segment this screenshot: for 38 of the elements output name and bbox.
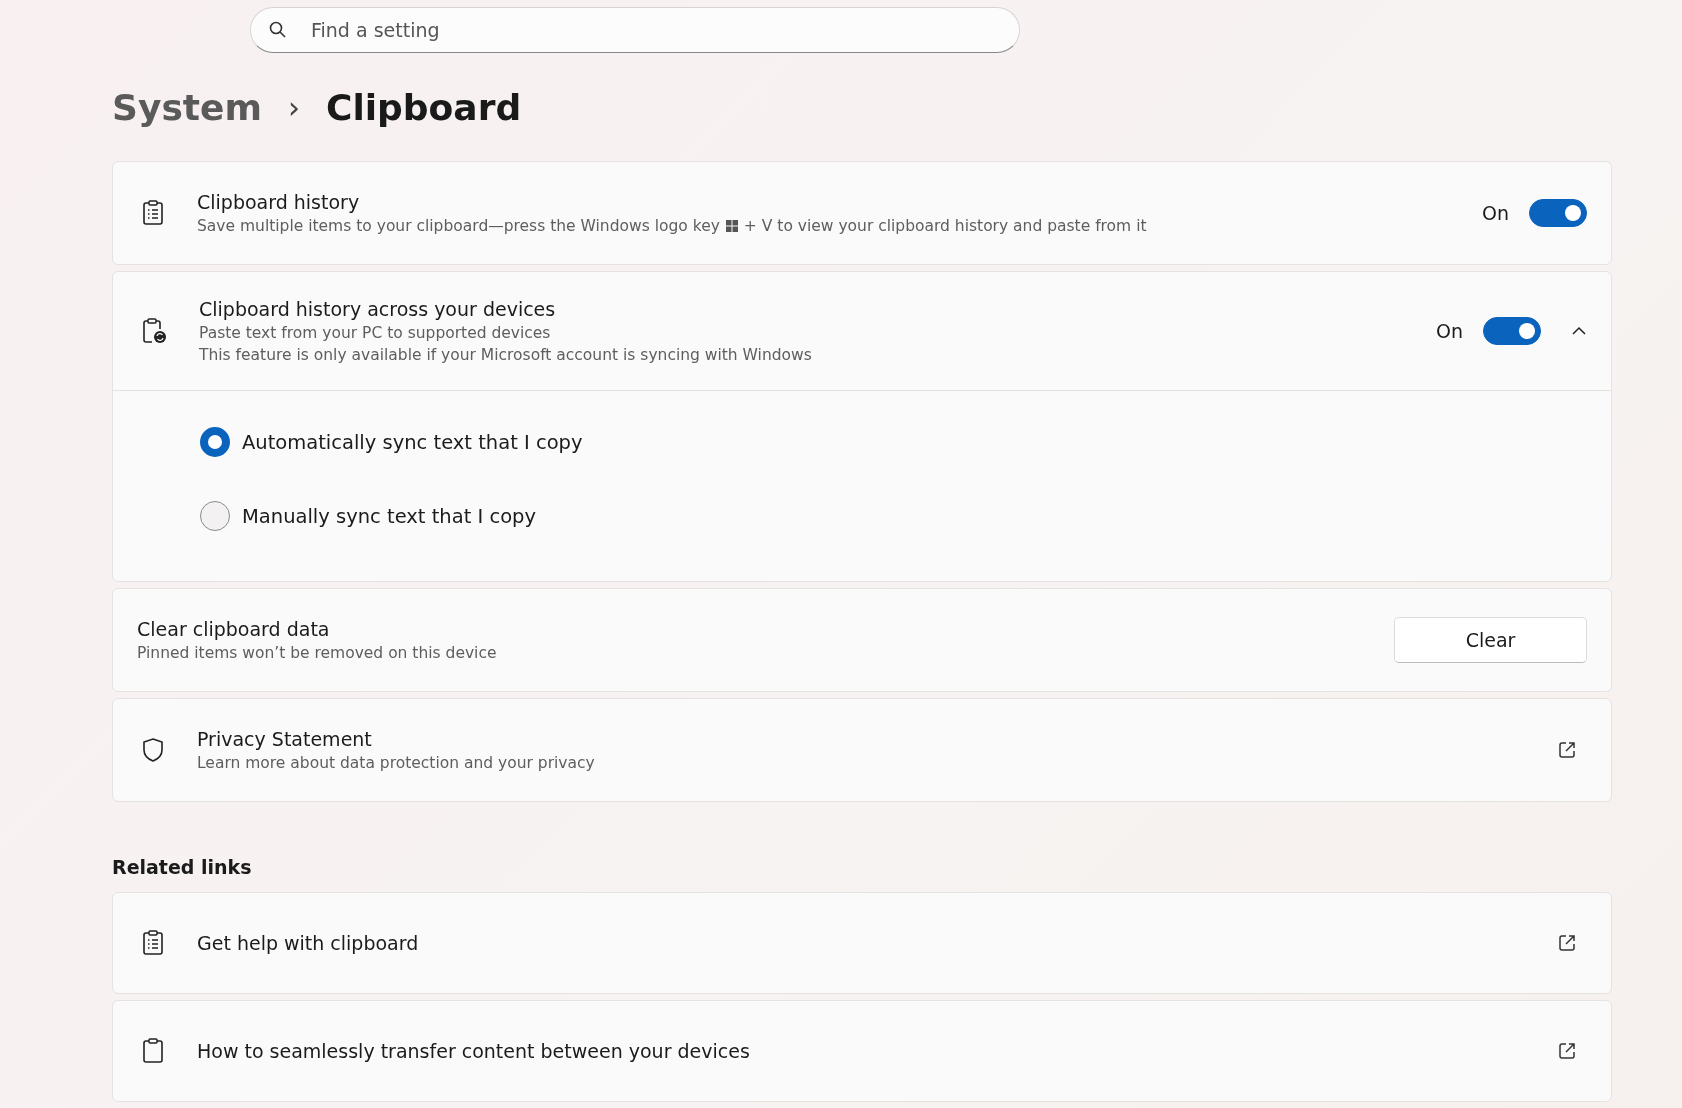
external-link-icon [1557,1041,1577,1061]
radio-label: Manually sync text that I copy [242,504,536,528]
setting-title: Clipboard history across your devices [199,298,557,320]
clipboard-list-icon [141,200,165,226]
setting-title: Clipboard history [197,191,361,213]
setting-description: Paste text from your PC to supported devices [199,324,552,342]
setting-description: Save multiple items to your clipboard—press the Windows logo key [197,217,720,235]
breadcrumb-link[interactable]: System [112,86,262,128]
clipboard-icon [141,1038,165,1064]
search-icon [268,20,288,40]
toggle-state-label: On [1482,202,1509,224]
toggle-switch[interactable] [1529,199,1587,227]
link-label: Get help with clipboard [197,932,420,954]
setting-description: + V to view your clipboard history and paste from it [743,217,1147,235]
setting-title: Clear clipboard data [137,618,331,640]
clipboard-list-icon [141,930,165,956]
toggle-switch[interactable] [1483,317,1541,345]
setting-description: Learn more about data protection and your privacy [197,754,596,772]
related-link[interactable]: Get help with clipboard [112,892,1612,994]
setting-title: Privacy Statement [197,728,373,750]
radio-label: Automatically sync text that I copy [242,430,583,454]
radio-button[interactable] [200,501,230,531]
page-title: Clipboard [325,86,522,128]
search-field[interactable]: Find a setting [250,7,1020,53]
clear-button[interactable]: Clear [1394,617,1587,663]
radio-button[interactable] [200,427,230,457]
setting-description: Pinned items won’t be removed on this device [137,644,498,662]
external-link-icon[interactable] [1557,740,1577,760]
windows-logo-icon [725,220,738,232]
clipboard-sync-icon [141,317,167,345]
setting-description: This feature is only available if your Microsoft account is syncing with Windows [199,346,813,364]
toggle-state-label: On [1436,320,1463,342]
external-link-icon [1557,933,1577,953]
breadcrumb-separator: › [287,89,300,125]
link-label: How to seamlessly transfer content between your devices [197,1040,751,1062]
related-link[interactable]: How to seamlessly transfer content between your devices [112,1000,1612,1102]
section-heading: Related links [112,856,253,878]
shield-icon [141,737,165,763]
